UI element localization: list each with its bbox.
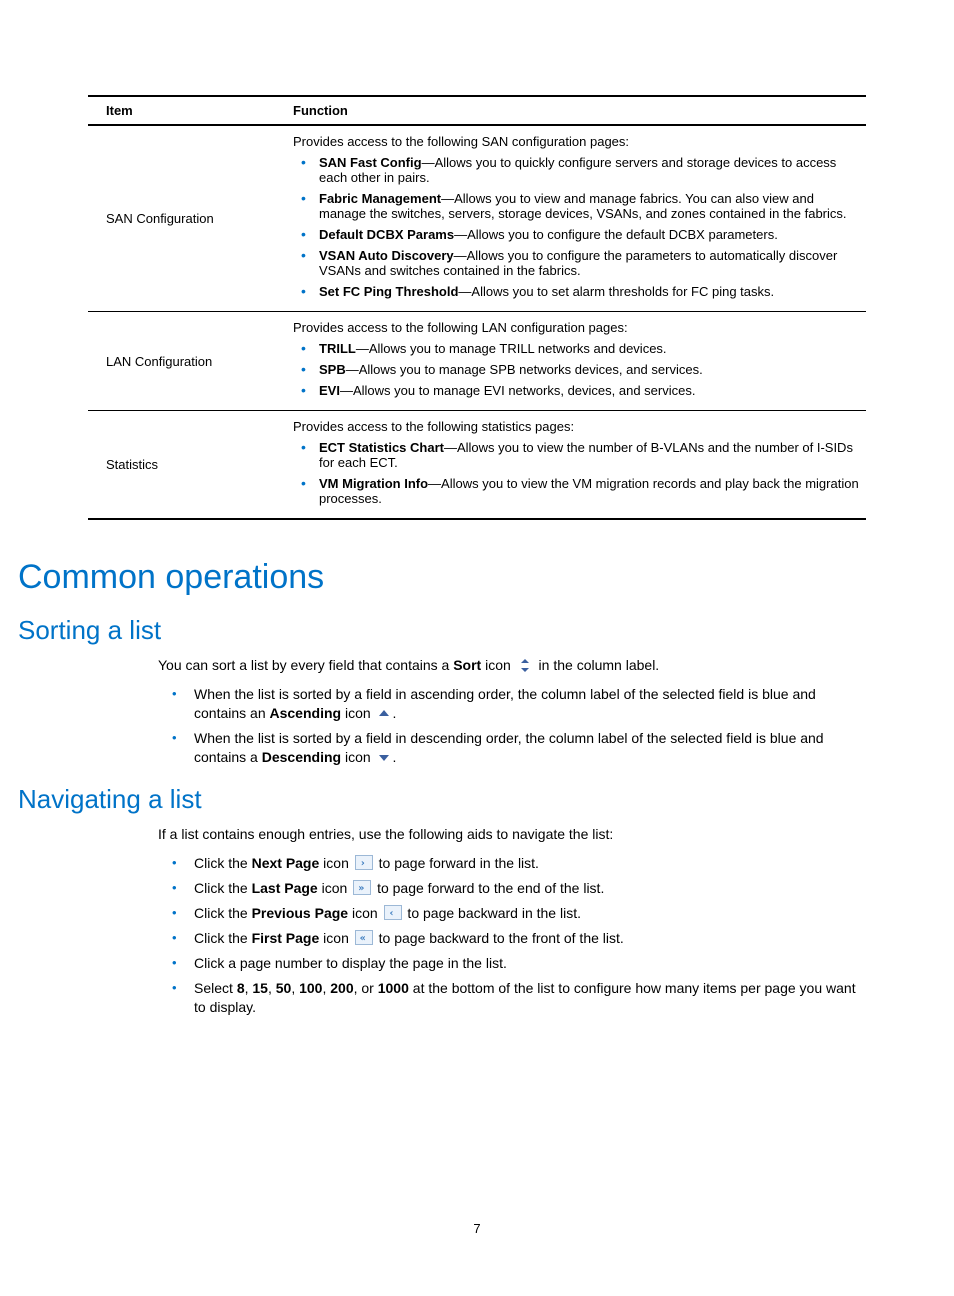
sorting-intro: You can sort a list by every field that … <box>158 656 866 675</box>
function-cell: Provides access to the following statist… <box>287 411 866 520</box>
list-item: EVI—Allows you to manage EVI networks, d… <box>293 383 860 398</box>
heading-common-operations: Common operations <box>18 558 866 597</box>
heading-navigating: Navigating a list <box>18 784 866 815</box>
header-function: Function <box>287 96 866 125</box>
list-item: Set FC Ping Threshold—Allows you to set … <box>293 284 860 299</box>
list-item: When the list is sorted by a field in as… <box>158 685 866 723</box>
descending-icon <box>377 752 391 763</box>
list-item: Click a page number to display the page … <box>158 954 866 973</box>
list-item: SPB—Allows you to manage SPB networks de… <box>293 362 860 377</box>
item-cell: LAN Configuration <box>88 312 287 411</box>
previous-page-icon: ‹ <box>384 905 402 920</box>
list-item: Click the Previous Page icon ‹ to page b… <box>158 904 866 923</box>
list-item: When the list is sorted by a field in de… <box>158 729 866 767</box>
table-row: SAN Configuration Provides access to the… <box>88 125 866 312</box>
list-item: Default DCBX Params—Allows you to config… <box>293 227 860 242</box>
list-item: TRILL—Allows you to manage TRILL network… <box>293 341 860 356</box>
list-item: Click the Next Page icon › to page forwa… <box>158 854 866 873</box>
heading-sorting: Sorting a list <box>18 615 866 646</box>
last-page-icon: » <box>353 880 371 895</box>
list-item: VSAN Auto Discovery—Allows you to config… <box>293 248 860 278</box>
list-item: Click the First Page icon « to page back… <box>158 929 866 948</box>
list-item: Fabric Management—Allows you to view and… <box>293 191 860 221</box>
list-item: ECT Statistics Chart—Allows you to view … <box>293 440 860 470</box>
row-intro: Provides access to the following LAN con… <box>293 320 860 335</box>
next-page-icon: › <box>355 855 373 870</box>
list-item: Click the Last Page icon » to page forwa… <box>158 879 866 898</box>
row-intro: Provides access to the following SAN con… <box>293 134 860 149</box>
item-cell: SAN Configuration <box>88 125 287 312</box>
header-item: Item <box>88 96 287 125</box>
table-row: LAN Configuration Provides access to the… <box>88 312 866 411</box>
page-number: 7 <box>0 1221 954 1236</box>
nav-intro: If a list contains enough entries, use t… <box>158 825 866 844</box>
function-cell: Provides access to the following SAN con… <box>287 125 866 312</box>
function-table: Item Function SAN Configuration Provides… <box>88 95 866 520</box>
first-page-icon: « <box>355 930 373 945</box>
item-cell: Statistics <box>88 411 287 520</box>
sort-icon <box>518 659 532 672</box>
row-intro: Provides access to the following statist… <box>293 419 860 434</box>
list-item: SAN Fast Config—Allows you to quickly co… <box>293 155 860 185</box>
ascending-icon <box>377 708 391 719</box>
list-item: VM Migration Info—Allows you to view the… <box>293 476 860 506</box>
table-row: Statistics Provides access to the follow… <box>88 411 866 520</box>
function-cell: Provides access to the following LAN con… <box>287 312 866 411</box>
list-item: Select 8, 15, 50, 100, 200, or 1000 at t… <box>158 979 866 1017</box>
